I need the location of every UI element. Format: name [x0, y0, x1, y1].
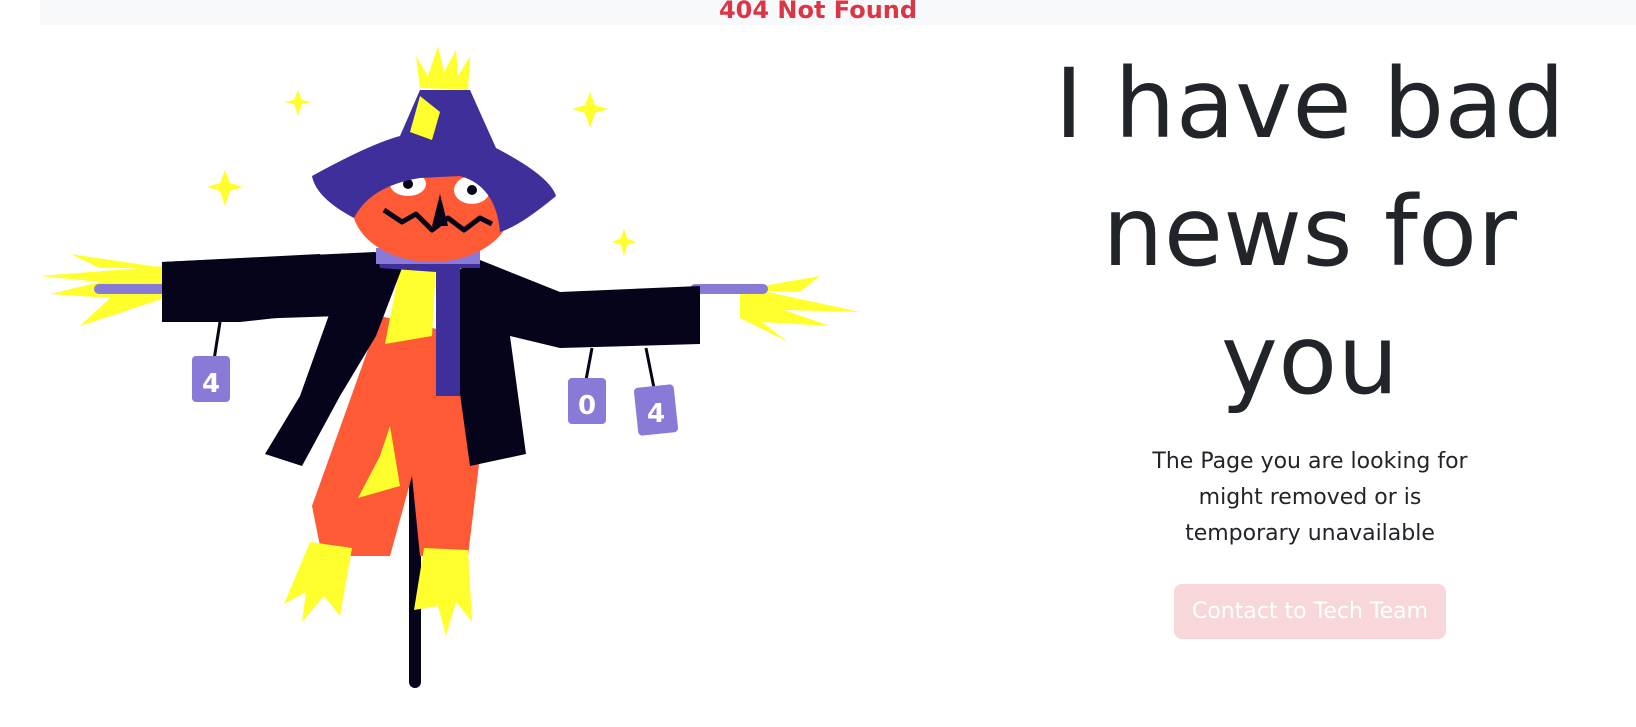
can-label-left: 4: [202, 369, 220, 399]
can-label-middle: 0: [578, 391, 596, 421]
scarecrow-illustration: 4 0 4: [40, 46, 860, 688]
page-status-title: 404 Not Found: [718, 0, 918, 24]
headline: I have bad news for you: [1054, 48, 1566, 416]
contact-tech-team-button[interactable]: Contact to Tech Team: [1173, 584, 1447, 639]
message-panel: I have bad news for you The Page you are…: [1040, 40, 1580, 639]
error-message: The Page you are looking for might remov…: [1152, 449, 1468, 546]
can-label-right: 4: [647, 399, 665, 429]
